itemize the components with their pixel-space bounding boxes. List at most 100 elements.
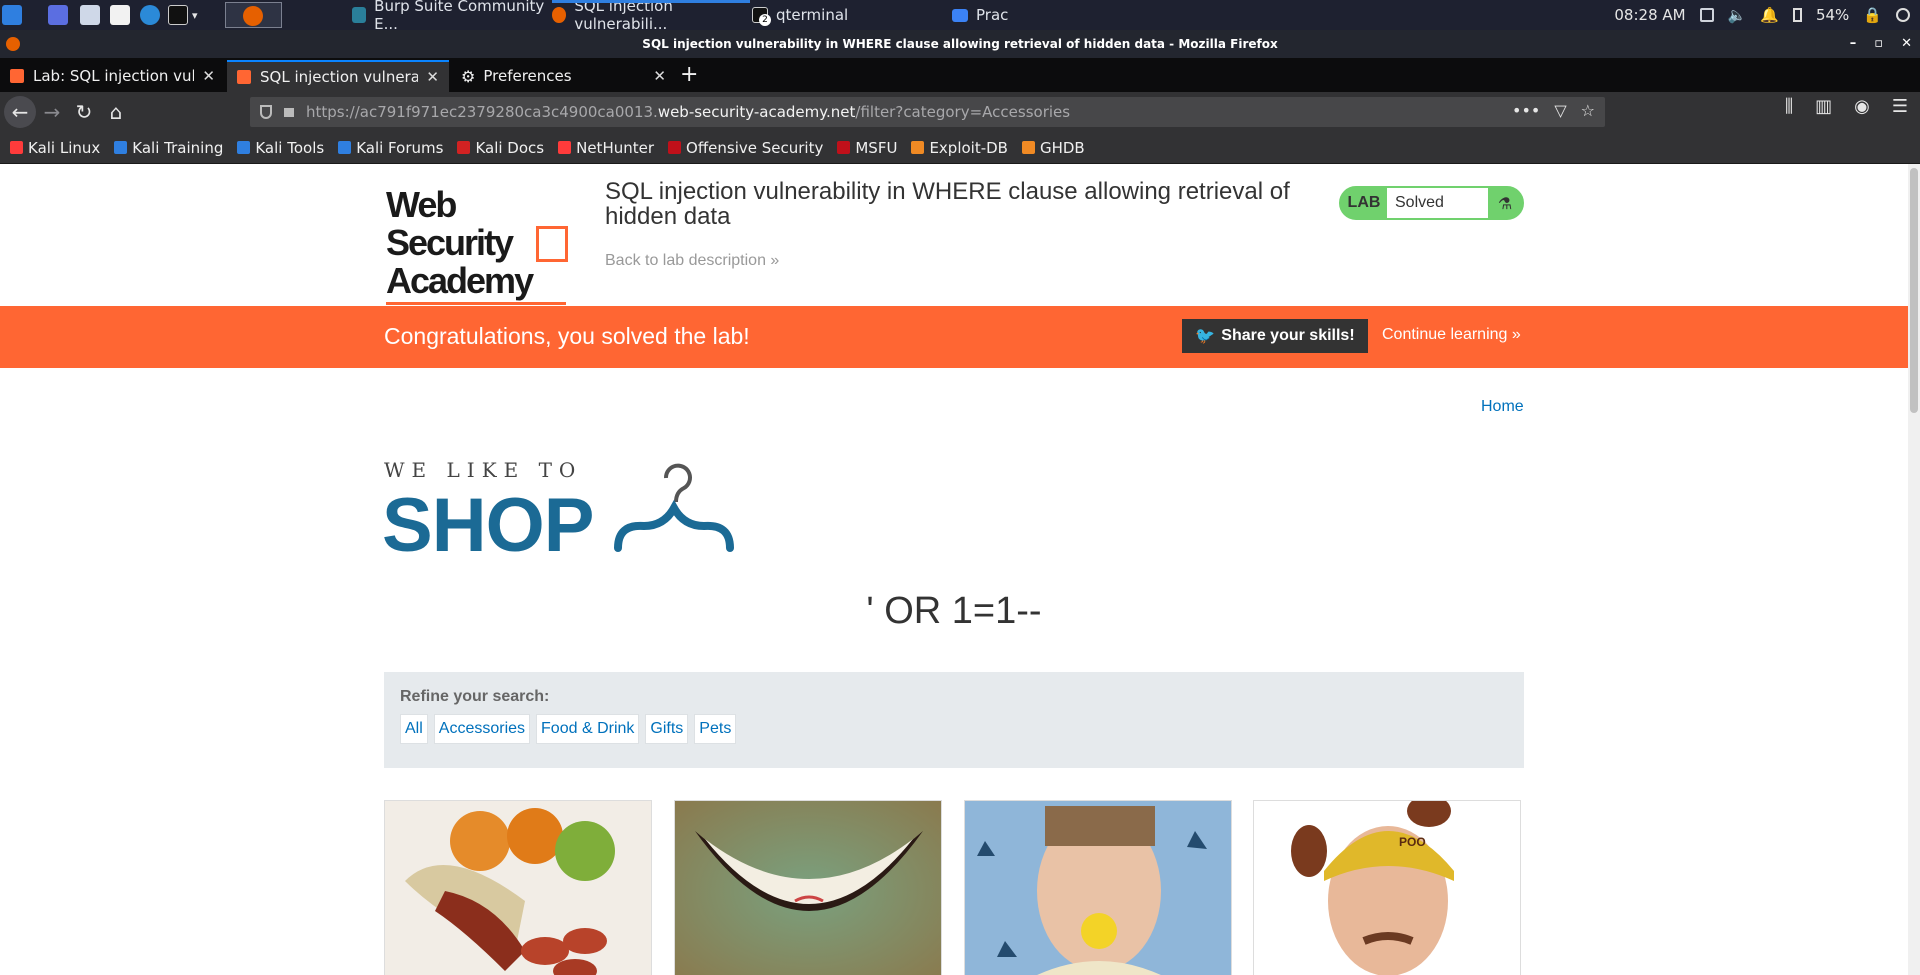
scrollbar-thumb[interactable] xyxy=(1910,168,1918,413)
sidebar-icon[interactable]: ▥ xyxy=(1815,96,1832,117)
web-page: Web Security Academy SQL injection vulne… xyxy=(0,164,1920,975)
bookmark-item[interactable]: NetHunter xyxy=(558,139,654,157)
browser-launcher-icon[interactable] xyxy=(140,0,160,30)
bookmark-label: Kali Training xyxy=(132,138,224,157)
page-actions-icon[interactable]: ••• xyxy=(1512,101,1540,120)
bookmark-item[interactable]: Exploit-DB xyxy=(911,139,1008,157)
refine-search-panel: Refine your search: All Accessories Food &… xyxy=(384,672,1524,768)
battery-icon[interactable] xyxy=(1792,8,1802,22)
url-bar[interactable]: https://ac791f971ec2379280ca3c4900ca0013… xyxy=(250,97,1605,127)
terminal-launcher-icon[interactable]: ▾ xyxy=(168,0,198,30)
lab-title: SQL injection vulnerability in WHERE cla… xyxy=(605,178,1290,230)
file-manager-icon[interactable] xyxy=(80,0,100,30)
search-term-heading: ' OR 1=1-- xyxy=(866,590,1042,632)
pocket-icon[interactable]: ▽ xyxy=(1554,101,1566,120)
burp-icon xyxy=(352,7,367,23)
bookmarks-toolbar: Kali Linux Kali Training Kali Tools Kali Fo… xyxy=(0,132,1920,164)
taskbar-window-firefox[interactable]: SQL injection vulnerabili... xyxy=(552,0,750,33)
account-icon[interactable]: ◉ xyxy=(1854,96,1870,117)
firefox-taskbar-button[interactable] xyxy=(225,2,282,28)
taskbar-window-label: Prac xyxy=(976,6,1009,24)
bookmark-item[interactable]: MSFU xyxy=(837,139,897,157)
logo-line-2: Academy xyxy=(386,260,534,301)
bookmark-star-icon[interactable]: ☆ xyxy=(1581,101,1595,120)
url-host: web-security-academy.net xyxy=(657,103,856,121)
continue-learning-link[interactable]: Continue learning » xyxy=(1382,326,1521,344)
category-filter-link[interactable]: All xyxy=(400,714,428,744)
solved-banner: Congratulations, you solved the lab! 🐦 S… xyxy=(0,306,1908,368)
new-tab-button[interactable]: + xyxy=(680,62,698,87)
show-desktop-icon[interactable] xyxy=(48,0,68,30)
minimize-button[interactable]: – xyxy=(1850,30,1857,58)
bookmark-label: Kali Forums xyxy=(356,138,444,157)
hamburger-menu-icon[interactable]: ☰ xyxy=(1892,96,1908,117)
close-tab-icon[interactable]: ✕ xyxy=(653,67,666,85)
reload-button[interactable]: ↻ xyxy=(68,96,100,128)
category-filter-link[interactable]: Gifts xyxy=(645,714,689,744)
tab-preferences[interactable]: ⚙ Preferences ✕ xyxy=(451,60,676,92)
portswigger-favicon-icon xyxy=(10,69,24,83)
product-image-lemon-face[interactable] xyxy=(964,800,1232,975)
bookmark-item[interactable]: Offensive Security xyxy=(668,139,823,157)
tracking-protection-icon[interactable] xyxy=(260,105,272,119)
category-filter-link[interactable]: Accessories xyxy=(433,714,531,744)
refine-label: Refine your search: xyxy=(400,688,550,705)
bookmark-item[interactable]: Kali Training xyxy=(114,139,223,157)
product-image-grin[interactable] xyxy=(674,800,942,975)
bookmark-item[interactable]: Kali Forums xyxy=(338,139,443,157)
bookmark-favicon-icon xyxy=(457,141,471,154)
power-icon[interactable] xyxy=(1896,8,1910,22)
close-tab-icon[interactable]: ✕ xyxy=(426,68,439,86)
display-icon[interactable] xyxy=(1699,8,1714,22)
portswigger-favicon-icon xyxy=(237,70,251,84)
category-filter-link[interactable]: Food & Drink xyxy=(536,714,640,744)
shop-heading: SHOP xyxy=(382,483,594,568)
desktop-taskbar: ▾ Burp Suite Community E... SQL injectio… xyxy=(0,0,1920,33)
bookmark-label: MSFU xyxy=(855,138,898,157)
product-image-sausage[interactable] xyxy=(384,800,652,975)
lock-icon[interactable]: 🔒 xyxy=(1863,6,1882,24)
bookmark-favicon-icon xyxy=(668,141,682,154)
library-icon[interactable]: ⫼ xyxy=(1785,96,1793,117)
back-button[interactable]: ← xyxy=(4,96,36,128)
solved-message: Congratulations, you solved the lab! xyxy=(384,323,750,349)
bookmark-label: Exploit-DB xyxy=(929,138,1008,157)
tab-lab-description[interactable]: Lab: SQL injection vulnera ✕ xyxy=(0,60,225,92)
page-scrollbar[interactable] xyxy=(1908,164,1920,975)
taskbar-window-label: SQL injection vulnerabili... xyxy=(574,0,673,33)
product-image-poo-hat[interactable]: POO xyxy=(1253,800,1521,975)
window-titlebar: SQL injection vulnerability in WHERE cla… xyxy=(0,30,1920,58)
taskbar-window-qterminal[interactable]: 2 qterminal xyxy=(752,0,942,30)
close-tab-icon[interactable]: ✕ xyxy=(202,67,215,85)
tab-lab-active[interactable]: SQL injection vulnerabilit ✕ xyxy=(227,60,449,92)
bookmark-label: NetHunter xyxy=(576,138,655,157)
web-security-academy-logo[interactable]: Web Security Academy xyxy=(386,186,586,305)
bookmark-favicon-icon xyxy=(114,141,128,154)
bookmark-item[interactable]: GHDB xyxy=(1021,139,1085,157)
taskbar-window-burp[interactable]: Burp Suite Community E... xyxy=(352,0,550,33)
bookmark-favicon-icon xyxy=(837,141,851,154)
lock-icon[interactable] xyxy=(284,107,294,117)
kali-menu-icon[interactable] xyxy=(2,0,22,30)
notification-bell-icon[interactable]: 🔔 xyxy=(1760,6,1779,24)
flask-icon: ⚗ xyxy=(1488,188,1522,218)
lab-status-value: Solved xyxy=(1387,188,1488,218)
back-to-lab-description-link[interactable]: Back to lab description » xyxy=(605,252,779,270)
maximize-button[interactable]: ▫ xyxy=(1874,30,1883,58)
bookmark-item[interactable]: Kali Tools xyxy=(237,139,324,157)
volume-icon[interactable]: 🔈 xyxy=(1728,6,1747,24)
share-skills-button[interactable]: 🐦 Share your skills! xyxy=(1182,319,1368,353)
bookmark-label: Kali Docs xyxy=(475,138,545,157)
bookmark-item[interactable]: Kali Docs xyxy=(457,139,544,157)
taskbar-window-label: qterminal xyxy=(776,6,849,24)
bookmark-favicon-icon xyxy=(558,141,572,154)
home-link[interactable]: Home xyxy=(1481,398,1524,416)
taskbar-window-prac[interactable]: Prac xyxy=(952,0,1142,30)
clock[interactable]: 08:28 AM xyxy=(1614,6,1685,24)
home-button[interactable]: ⌂ xyxy=(100,96,132,128)
forward-button[interactable]: → xyxy=(36,96,68,128)
bookmark-item[interactable]: Kali Linux xyxy=(10,139,100,157)
text-editor-icon[interactable] xyxy=(110,0,130,30)
category-filter-link[interactable]: Pets xyxy=(694,714,737,744)
close-window-button[interactable]: ✕ xyxy=(1901,30,1912,58)
